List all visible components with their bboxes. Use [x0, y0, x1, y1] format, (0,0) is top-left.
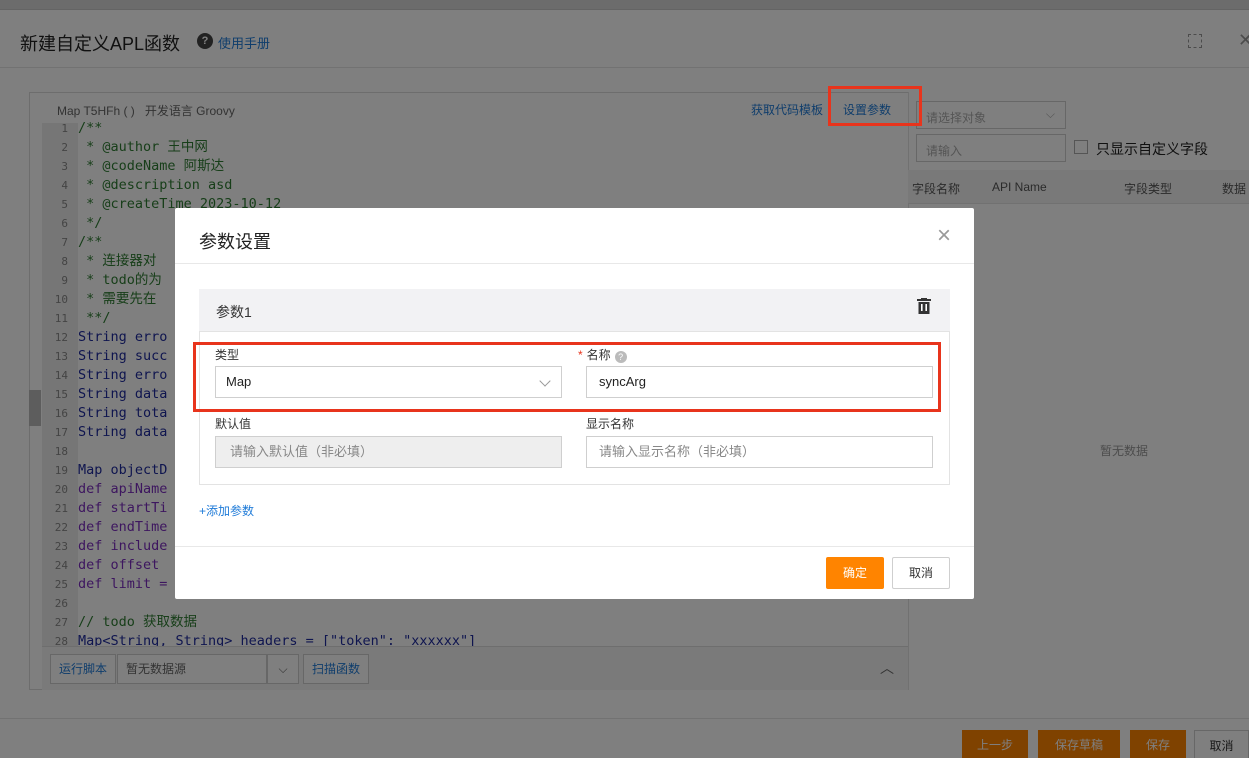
display-name-input[interactable]: 请输入显示名称（非必填）	[586, 436, 933, 468]
modal-footer-divider	[175, 546, 974, 547]
display-name-placeholder: 请输入显示名称（非必填）	[599, 444, 756, 459]
modal-header-divider	[175, 263, 974, 264]
default-value-label: 默认值	[215, 417, 252, 431]
modal-cancel-button[interactable]: 取消	[892, 557, 950, 589]
modal-close-icon[interactable]: ×	[937, 222, 951, 250]
add-param-link[interactable]: +添加参数	[199, 502, 254, 519]
param-settings-modal: 参数设置 × 参数1 类型 * 名称? Map syncArg 默认值 显示名称 …	[175, 208, 974, 599]
param-title: 参数1	[216, 304, 252, 320]
modal-title: 参数设置	[199, 232, 271, 252]
default-value-input[interactable]: 请输入默认值（非必填）	[215, 436, 562, 468]
default-value-placeholder: 请输入默认值（非必填）	[230, 444, 374, 459]
display-name-label: 显示名称	[586, 417, 635, 431]
trash-icon[interactable]	[917, 298, 931, 317]
set-params-highlight-top	[828, 86, 922, 126]
param-card-header	[199, 289, 950, 332]
confirm-button[interactable]: 确定	[826, 557, 884, 589]
type-name-highlight	[193, 342, 941, 412]
